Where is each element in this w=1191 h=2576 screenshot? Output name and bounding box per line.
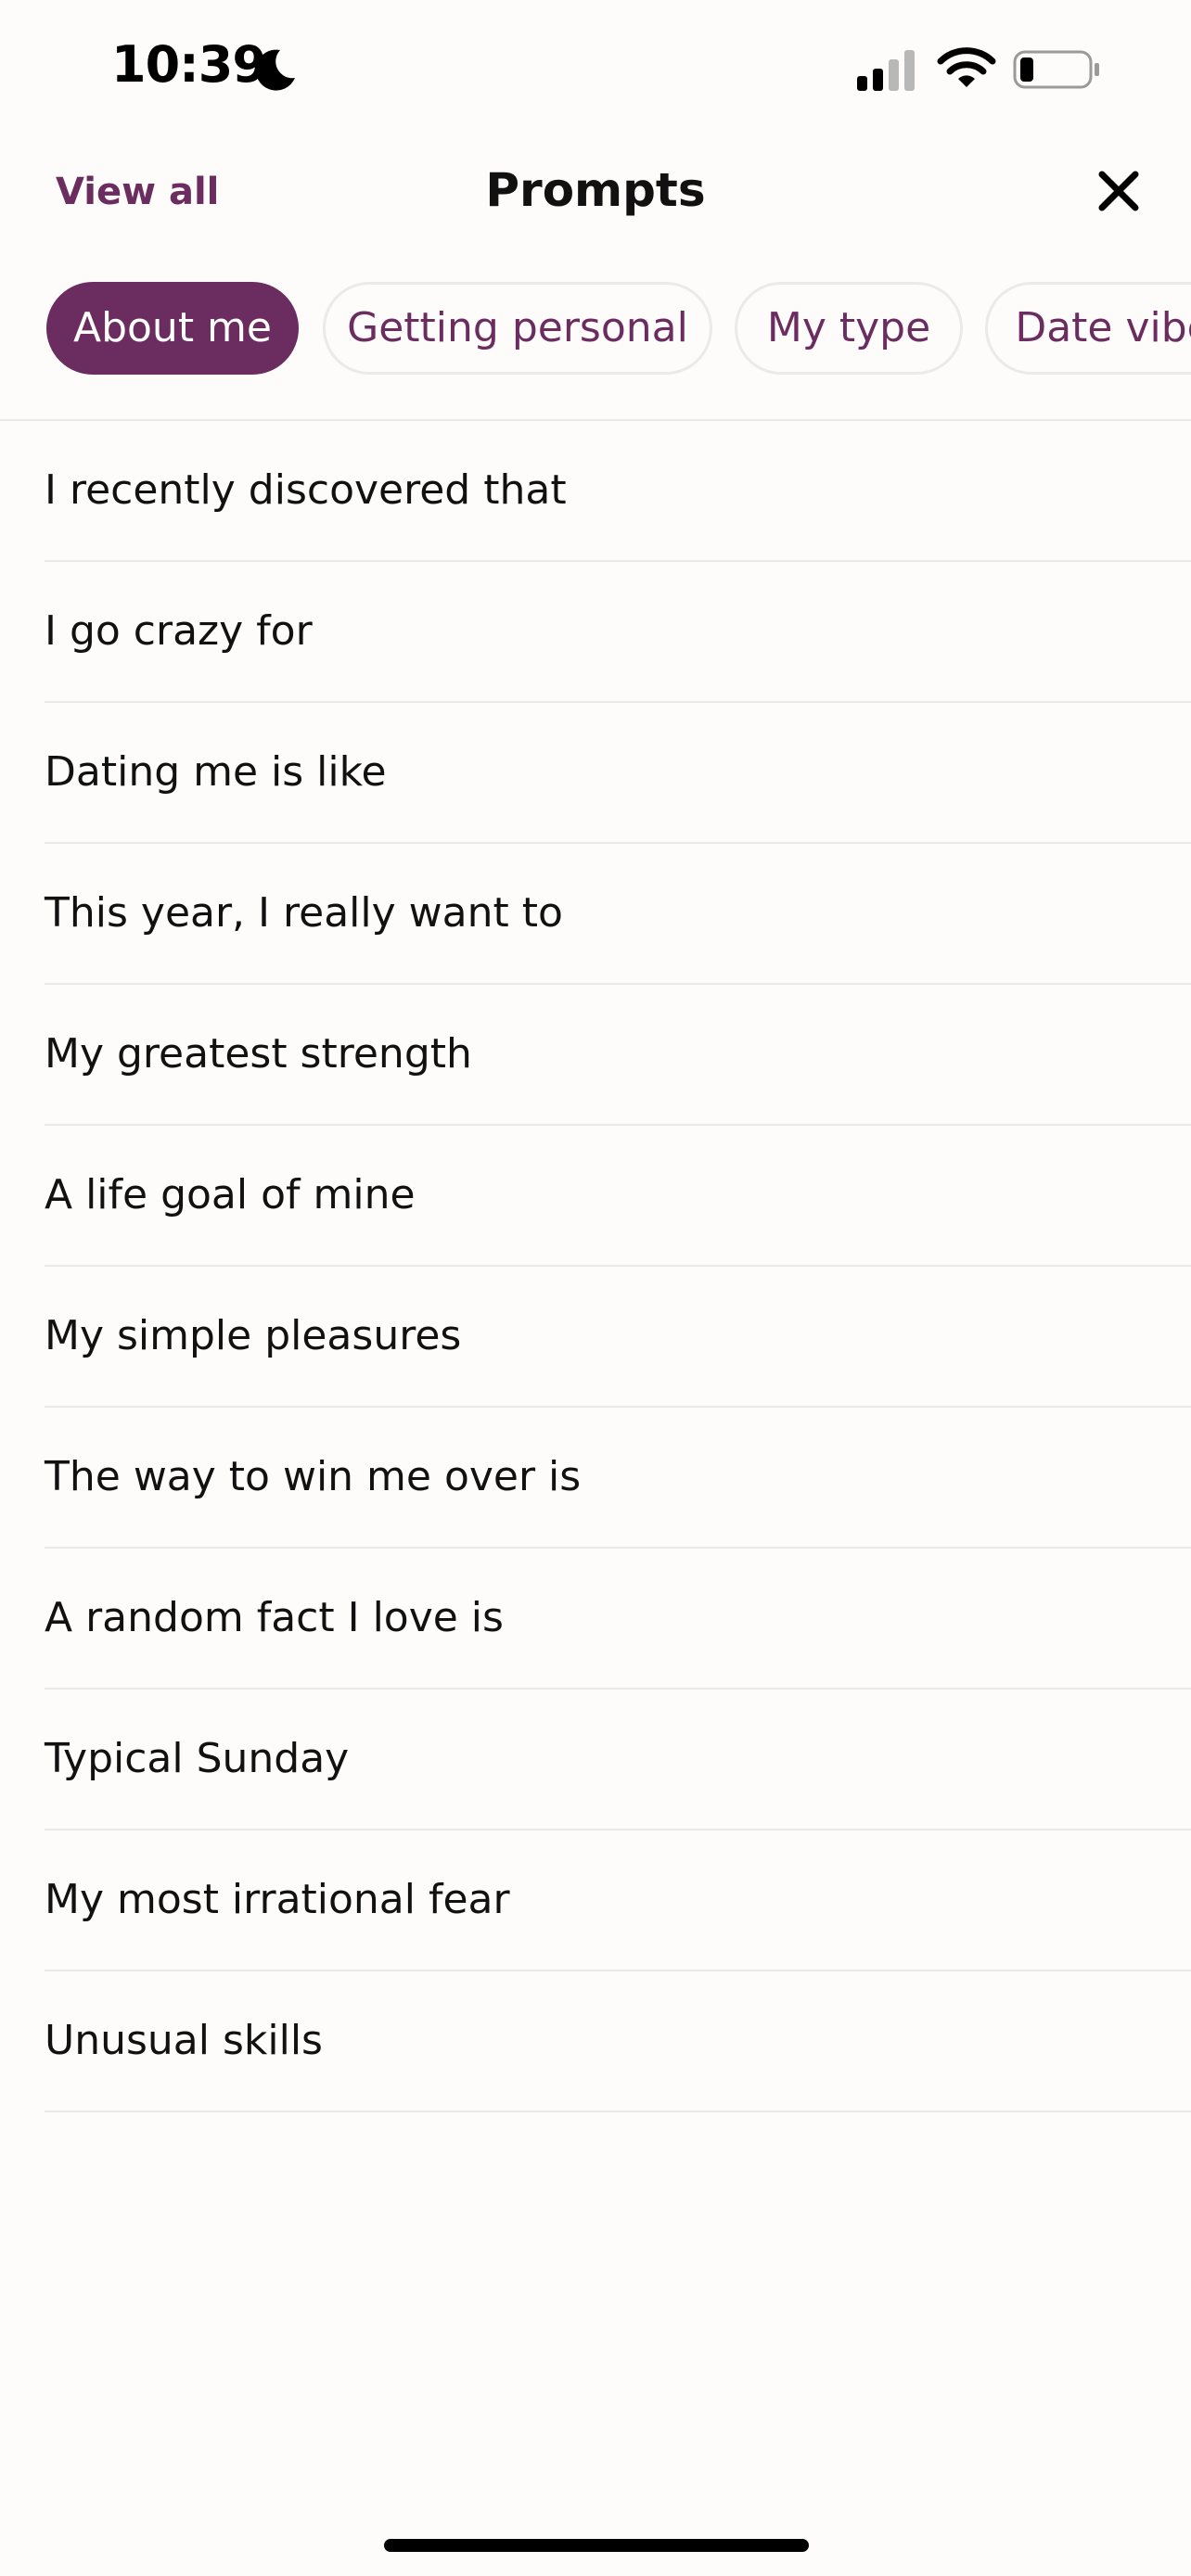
status-time: 10:39 [111, 35, 267, 94]
prompt-text: Dating me is like [45, 748, 387, 796]
status-bar: 10:39 [0, 0, 1191, 139]
tab-getting-personal[interactable]: Getting personal [323, 282, 712, 375]
prompt-text: My greatest strength [45, 1030, 472, 1078]
prompt-text: A random fact I love is [45, 1594, 504, 1641]
prompt-item[interactable]: The way to win me over is [0, 1408, 1191, 1549]
prompt-item[interactable]: I recently discovered that [0, 421, 1191, 562]
prompt-item[interactable]: This year, I really want to [0, 844, 1191, 985]
prompt-item[interactable]: A random fact I love is [0, 1549, 1191, 1690]
prompt-item[interactable]: My greatest strength [0, 985, 1191, 1126]
prompt-text: My simple pleasures [45, 1312, 462, 1359]
battery-icon [1013, 50, 1099, 89]
prompt-item[interactable]: My simple pleasures [0, 1267, 1191, 1408]
category-tabs: About me Getting personal My type Date v… [0, 278, 1191, 386]
prompt-item[interactable]: A life goal of mine [0, 1126, 1191, 1267]
moon-icon [255, 49, 295, 91]
prompt-list: I recently discovered that I go crazy fo… [0, 421, 1191, 2112]
tab-about-me[interactable]: About me [46, 282, 299, 375]
prompt-item[interactable]: Dating me is like [0, 703, 1191, 844]
prompt-item[interactable]: My most irrational fear [0, 1830, 1191, 1971]
wifi-icon [937, 47, 996, 87]
prompt-item[interactable]: Unusual skills [0, 1971, 1191, 2112]
prompt-item[interactable]: I go crazy for [0, 562, 1191, 703]
tab-date-vibes[interactable]: Date vibes [985, 282, 1191, 375]
prompt-text: I go crazy for [45, 607, 313, 655]
home-indicator[interactable] [384, 2539, 809, 2552]
prompt-text: Typical Sunday [45, 1735, 350, 1782]
close-icon[interactable] [1095, 167, 1143, 215]
signal-icon [857, 50, 915, 91]
page-title: Prompts [485, 163, 706, 217]
prompt-text: This year, I really want to [45, 889, 563, 937]
tab-my-type[interactable]: My type [735, 282, 963, 375]
prompt-item[interactable]: Typical Sunday [0, 1690, 1191, 1830]
prompt-text: Unusual skills [45, 2017, 323, 2064]
nav-bar: View all Prompts [0, 139, 1191, 250]
prompt-text: A life goal of mine [45, 1171, 416, 1218]
divider [45, 2111, 1191, 2112]
prompt-text: I recently discovered that [45, 466, 567, 514]
prompt-text: The way to win me over is [45, 1453, 582, 1500]
prompt-text: My most irrational fear [45, 1876, 510, 1923]
